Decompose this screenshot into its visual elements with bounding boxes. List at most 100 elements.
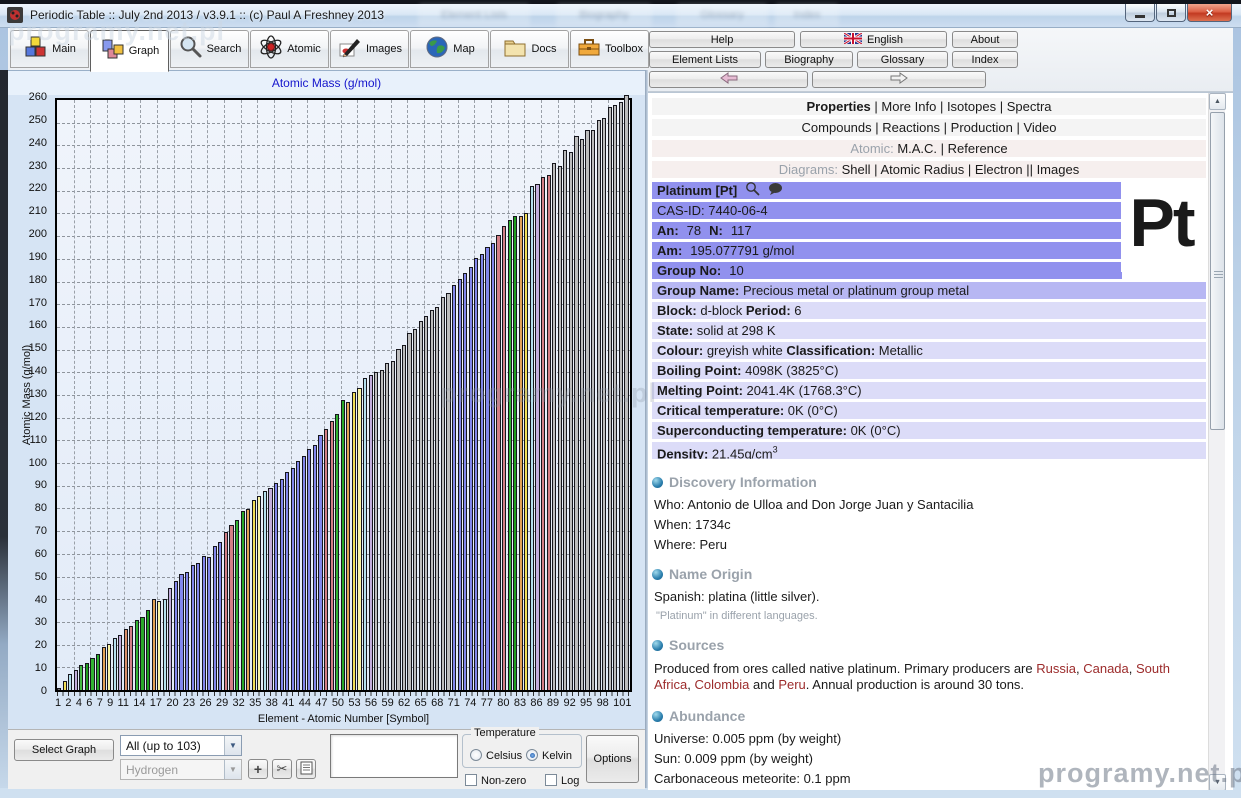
select-graph-button[interactable]: Select Graph [14, 739, 114, 761]
bar-element-37[interactable] [257, 496, 261, 690]
bar-element-18[interactable] [152, 599, 156, 690]
minimize-button[interactable] [1125, 4, 1155, 22]
bar-element-68[interactable] [430, 310, 434, 690]
bar-element-92[interactable] [563, 150, 567, 690]
cut-button[interactable]: ✂ [272, 759, 292, 779]
bar-element-35[interactable] [246, 509, 250, 690]
bar-element-30[interactable] [218, 542, 222, 690]
bar-element-80[interactable] [496, 235, 500, 690]
bar-element-82[interactable] [508, 220, 512, 690]
bar-element-49[interactable] [324, 429, 328, 690]
scrollbar[interactable]: ▲ ▼ [1208, 93, 1225, 790]
bar-element-32[interactable] [229, 525, 233, 690]
nav-link-reference[interactable]: Reference [948, 141, 1008, 156]
scrollbar-thumb[interactable] [1210, 112, 1225, 430]
nav-link-shell[interactable]: Shell [842, 162, 871, 177]
bar-element-90[interactable] [552, 163, 556, 690]
bar-element-99[interactable] [602, 118, 606, 690]
nav-link-properties[interactable]: Properties [806, 99, 870, 114]
paste-button[interactable] [296, 759, 316, 779]
bar-element-11[interactable] [113, 638, 117, 690]
bar-element-87[interactable] [535, 184, 539, 690]
tab-main[interactable]: Main [10, 30, 89, 68]
nav-link-atomic-radius[interactable]: Atomic Radius [880, 162, 964, 177]
plus-button[interactable]: + [248, 759, 268, 779]
bar-element-33[interactable] [235, 520, 239, 690]
graph-type-dropdown[interactable]: All (up to 103) ▼ [120, 735, 242, 756]
tab-search[interactable]: Search [170, 30, 249, 68]
about-button[interactable]: About [952, 31, 1018, 48]
bar-element-65[interactable] [413, 329, 417, 690]
bar-element-97[interactable] [591, 130, 595, 691]
scroll-down-button[interactable]: ▼ [1209, 774, 1226, 790]
bar-element-52[interactable] [341, 400, 345, 690]
bar-element-55[interactable] [357, 388, 361, 690]
bar-element-6[interactable] [85, 663, 89, 690]
bar-element-1[interactable] [57, 688, 61, 690]
bar-element-101[interactable] [613, 105, 617, 690]
options-button[interactable]: Options [586, 735, 639, 783]
bar-element-20[interactable] [163, 599, 167, 690]
bar-element-60[interactable] [385, 363, 389, 690]
english-button[interactable]: English [800, 31, 947, 48]
bar-element-51[interactable] [335, 414, 339, 690]
bar-element-59[interactable] [380, 370, 384, 690]
bar-element-3[interactable] [68, 674, 72, 690]
bar-element-47[interactable] [313, 445, 317, 690]
bar-element-4[interactable] [74, 670, 78, 690]
log-checkbox[interactable]: Log [545, 771, 579, 789]
bar-element-21[interactable] [168, 588, 172, 690]
bar-element-42[interactable] [285, 472, 289, 690]
nav-link-more-info[interactable]: More Info [881, 99, 936, 114]
bar-element-40[interactable] [274, 483, 278, 690]
bar-element-86[interactable] [530, 186, 534, 690]
bar-element-7[interactable] [90, 658, 94, 690]
bar-element-84[interactable] [519, 216, 523, 690]
bar-element-12[interactable] [118, 635, 122, 690]
bar-element-48[interactable] [318, 435, 322, 690]
bar-element-67[interactable] [424, 316, 428, 690]
maximize-button[interactable] [1156, 4, 1186, 22]
element-lists-button[interactable]: Element Lists [649, 51, 761, 68]
bar-element-13[interactable] [124, 629, 128, 690]
non-zero-checkbox[interactable]: Non-zero [465, 771, 526, 789]
bar-element-5[interactable] [79, 665, 83, 690]
bar-element-36[interactable] [252, 500, 256, 690]
bar-element-83[interactable] [513, 216, 517, 690]
bar-element-19[interactable] [157, 601, 161, 690]
bar-element-25[interactable] [191, 565, 195, 690]
bar-element-54[interactable] [352, 392, 356, 690]
celsius-radio[interactable]: Celsius [470, 746, 522, 764]
nav-link-compounds[interactable]: Compounds [802, 120, 872, 135]
tab-atomic[interactable]: Atomic [250, 30, 329, 68]
bar-element-71[interactable] [446, 293, 450, 690]
bar-element-64[interactable] [407, 333, 411, 690]
bar-element-74[interactable] [463, 273, 467, 690]
bar-element-38[interactable] [263, 491, 267, 690]
bar-element-98[interactable] [597, 120, 601, 690]
bar-element-8[interactable] [96, 654, 100, 690]
back-button[interactable] [649, 71, 808, 88]
close-button[interactable]: × [1187, 4, 1232, 22]
bar-element-69[interactable] [435, 307, 439, 690]
nav-link-production[interactable]: Production [951, 120, 1013, 135]
bar-element-56[interactable] [363, 378, 367, 690]
bar-element-85[interactable] [524, 213, 528, 690]
bar-element-14[interactable] [129, 626, 133, 690]
bar-element-89[interactable] [547, 175, 551, 690]
link-peru[interactable]: Peru [778, 677, 805, 692]
bar-element-96[interactable] [585, 130, 589, 691]
nav-link-isotopes[interactable]: Isotopes [947, 99, 996, 114]
bar-element-26[interactable] [196, 563, 200, 690]
bar-element-34[interactable] [241, 511, 245, 690]
bar-element-77[interactable] [480, 254, 484, 690]
bar-element-66[interactable] [419, 321, 423, 690]
bar-element-16[interactable] [140, 617, 144, 690]
bar-element-24[interactable] [185, 572, 189, 690]
bar-element-63[interactable] [402, 345, 406, 690]
link-colombia[interactable]: Colombia [694, 677, 749, 692]
bar-element-62[interactable] [396, 349, 400, 690]
glossary-button[interactable]: Glossary [857, 51, 948, 68]
nav-link-electron[interactable]: Electron [975, 162, 1023, 177]
bar-element-15[interactable] [135, 620, 139, 690]
